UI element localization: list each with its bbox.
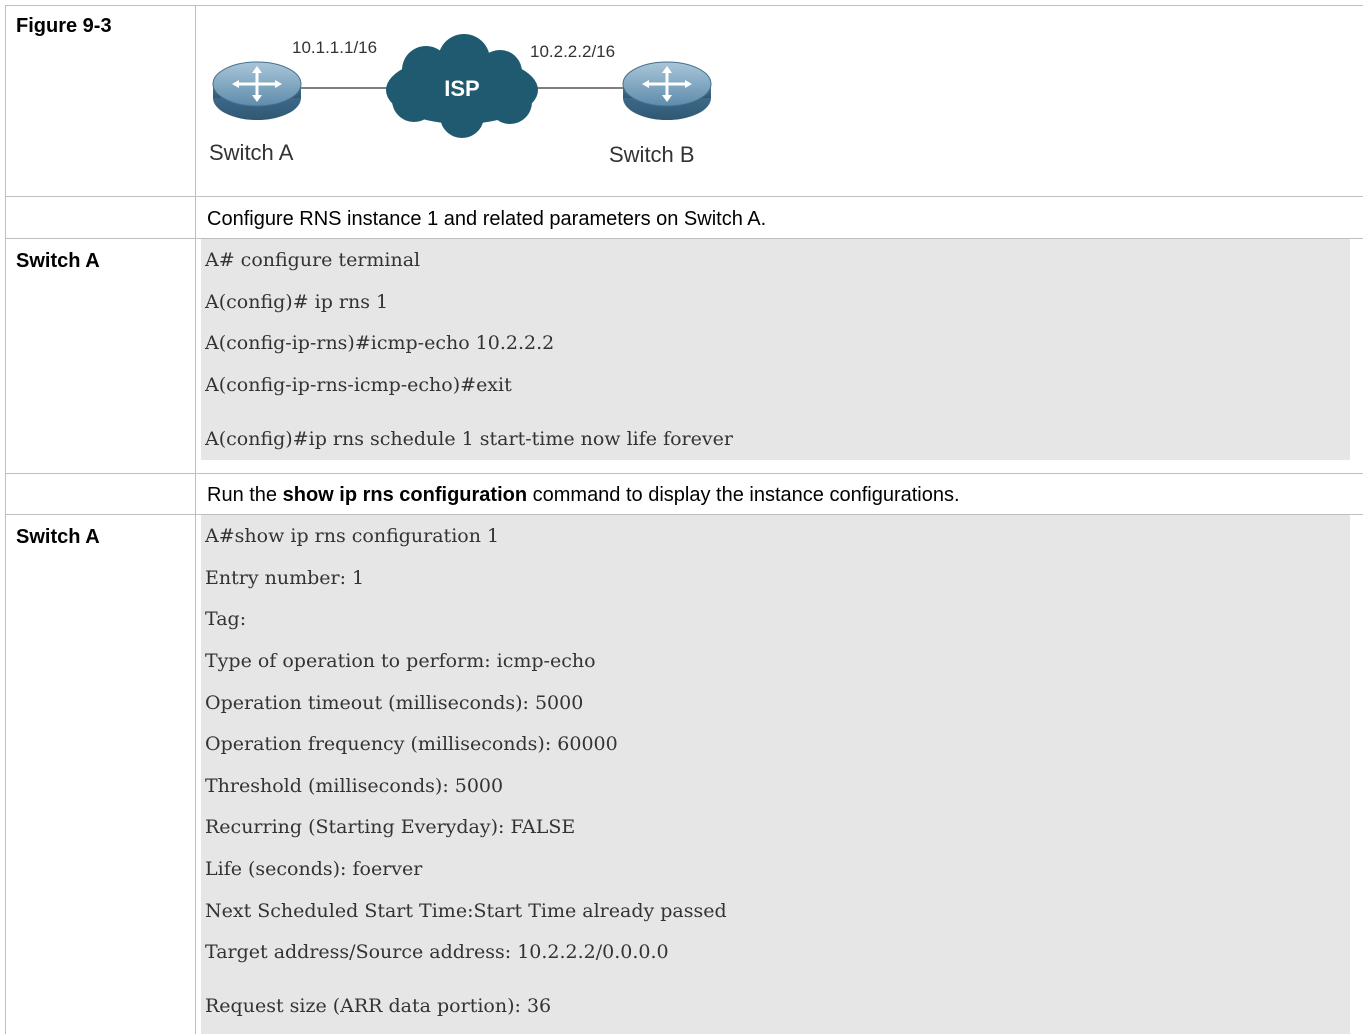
switch-a-name-label: Switch A <box>209 140 294 165</box>
code-line: Request size (ARR data portion): 36 <box>205 995 552 1017</box>
code-line: Operation timeout (milliseconds): 5000 <box>205 692 584 714</box>
row-divider <box>5 473 1363 474</box>
code-line: A(config-ip-rns-icmp-echo)#exit <box>205 374 512 396</box>
code-line: Threshold (milliseconds): 5000 <box>205 775 504 797</box>
row-divider <box>5 196 1363 197</box>
step1-device-label: Switch A <box>16 250 100 272</box>
column-divider <box>195 5 196 1034</box>
step1-description: Configure RNS instance 1 and related par… <box>207 208 767 230</box>
step1-code-block: A# configure terminal A(config)# ip rns … <box>201 239 1350 460</box>
code-line: A(config)# ip rns 1 <box>205 291 389 313</box>
switch-b-ip-label: 10.2.2.2/16 <box>530 42 615 61</box>
step2-command-name: show ip rns configuration <box>282 484 528 506</box>
code-line: Recurring (Starting Everyday): FALSE <box>205 816 576 838</box>
code-line: Entry number: 1 <box>205 567 365 589</box>
code-line: A(config-ip-rns)#icmp-echo 10.2.2.2 <box>205 332 555 354</box>
step2-description: Run the show ip rns configuration comman… <box>207 483 960 507</box>
code-line: Target address/Source address: 10.2.2.2/… <box>205 941 669 963</box>
code-line: Tag: <box>205 608 247 630</box>
code-line: Type of operation to perform: icmp-echo <box>205 650 596 672</box>
table-border-left <box>5 5 6 1034</box>
router-icon <box>622 61 712 120</box>
router-icon <box>212 61 302 120</box>
code-line: A(config)#ip rns schedule 1 start-time n… <box>205 428 733 450</box>
step2-description-suffix: command to display the instance configur… <box>527 484 960 506</box>
figure-label: Figure 9-3 <box>16 15 112 37</box>
step2-device-label: Switch A <box>16 526 100 548</box>
table-border-top <box>5 5 1363 6</box>
code-line: Next Scheduled Start Time:Start Time alr… <box>205 900 727 922</box>
network-topology-diagram: ISP 10.1.1.1/16 10.2.2.2/16 Switch A Swi… <box>200 28 720 188</box>
isp-label: ISP <box>444 76 479 101</box>
code-line: A#show ip rns configuration 1 <box>205 525 500 547</box>
code-line: Life (seconds): foerver <box>205 858 423 880</box>
switch-a-ip-label: 10.1.1.1/16 <box>292 38 377 57</box>
step2-code-block: A#show ip rns configuration 1 Entry numb… <box>201 515 1350 1034</box>
code-line: A# configure terminal <box>205 249 421 271</box>
step2-description-prefix: Run the <box>207 484 283 506</box>
switch-b-name-label: Switch B <box>609 142 695 167</box>
code-line: Operation frequency (milliseconds): 6000… <box>205 733 618 755</box>
